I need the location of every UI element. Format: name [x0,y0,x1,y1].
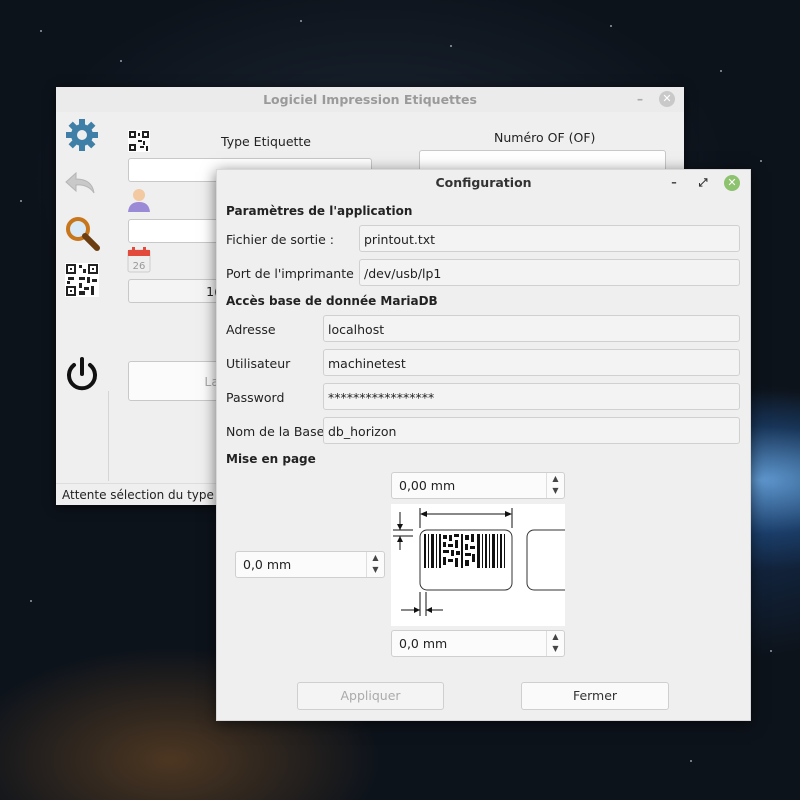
margin-left-value: 0,0 mm [243,557,292,572]
output-file-label: Fichier de sortie : [226,232,334,247]
label-layout-preview [391,504,573,626]
spin-up-icon[interactable]: ▲ [367,552,384,564]
dialog-title: Configuration [435,175,532,190]
search-icon[interactable] [64,215,100,254]
section-db-title: Accès base de donnée MariaDB [226,294,438,308]
spin-arrows[interactable]: ▲ ▼ [546,473,564,498]
close-button[interactable]: ✕ [659,91,675,107]
user-input[interactable] [128,219,230,243]
spin-arrows[interactable]: ▲ ▼ [546,631,564,656]
printer-port-input[interactable]: /dev/usb/lp1 [359,259,740,286]
calendar-day: 26 [133,261,146,272]
close-dialog-button[interactable]: Fermer [521,682,669,710]
qrcode-icon[interactable] [65,263,99,300]
main-window-title: Logiciel Impression Etiquettes [263,92,477,107]
section-app-title: Paramètres de l'application [226,204,413,218]
quantity-field[interactable]: 1( [128,279,228,303]
spin-down-icon[interactable]: ▼ [547,485,564,497]
config-dialog: Configuration – ⤢ ✕ Paramètres de l'appl… [216,169,751,721]
main-titlebar: Logiciel Impression Etiquettes – ✕ [56,87,684,112]
dialog-titlebar: Configuration – ⤢ ✕ [217,170,750,196]
apply-button[interactable]: Appliquer [297,682,444,710]
gear-icon[interactable] [64,117,100,156]
user-avatar-icon [127,187,151,216]
user-label: Utilisateur [226,356,291,371]
undo-icon[interactable] [64,169,100,202]
toolbar-divider [108,391,109,481]
address-input[interactable]: localhost [323,315,740,342]
dbname-label: Nom de la Base [226,424,325,439]
section-layout-title: Mise en page [226,452,316,466]
password-input[interactable]: ***************** [323,383,740,410]
maximize-button[interactable]: ⤢ [695,175,711,191]
qrcode-icon [128,130,150,155]
launch-button[interactable]: La [128,361,228,401]
spin-up-icon[interactable]: ▲ [547,473,564,485]
margin-top-value: 0,00 mm [399,478,456,493]
power-icon[interactable] [65,357,99,396]
margin-bottom-spinbox[interactable]: 0,0 mm ▲ ▼ [391,630,565,657]
address-label: Adresse [226,322,276,337]
calendar-icon: 26 [127,247,151,276]
user-input[interactable]: machinetest [323,349,740,376]
type-label: Type Etiquette [221,134,311,149]
of-label: Numéro OF (OF) [494,130,596,145]
spin-arrows[interactable]: ▲ ▼ [366,552,384,577]
spin-up-icon[interactable]: ▲ [547,631,564,643]
minimize-button[interactable]: – [632,91,648,107]
dbname-input[interactable]: db_horizon [323,417,740,444]
close-button[interactable]: ✕ [724,175,740,191]
printer-port-label: Port de l'imprimante : [226,266,362,281]
margin-bottom-value: 0,0 mm [399,636,448,651]
spin-down-icon[interactable]: ▼ [547,643,564,655]
margin-left-spinbox[interactable]: 0,0 mm ▲ ▼ [235,551,385,578]
spin-down-icon[interactable]: ▼ [367,564,384,576]
password-label: Password [226,390,285,405]
barcode-icon [424,534,505,568]
minimize-button[interactable]: – [666,175,682,191]
margin-top-spinbox[interactable]: 0,00 mm ▲ ▼ [391,472,565,499]
output-file-input[interactable]: printout.txt [359,225,740,252]
